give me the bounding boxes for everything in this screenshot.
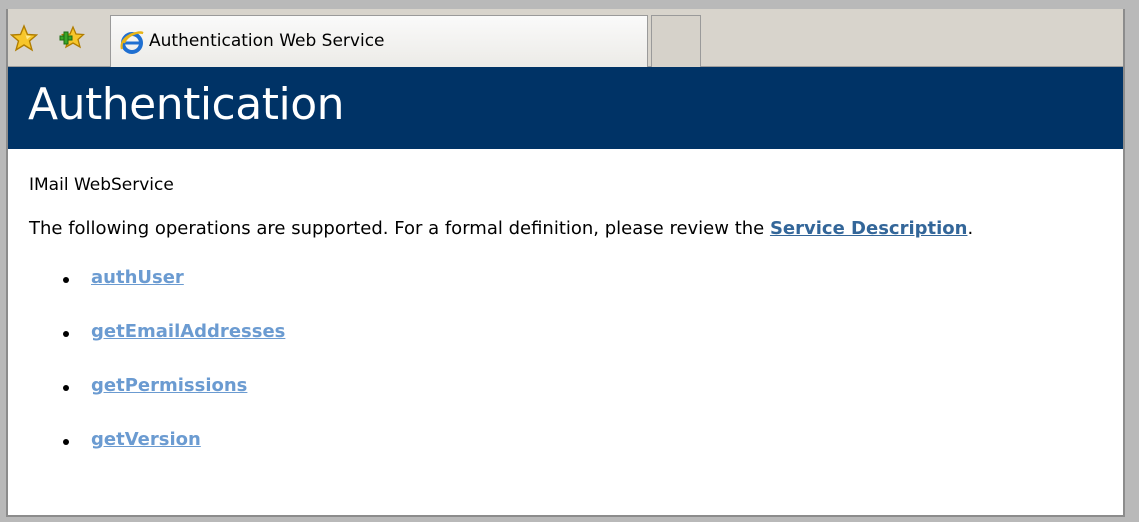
- favorites-star-icon[interactable]: [10, 24, 38, 52]
- tab-title: Authentication Web Service: [149, 31, 385, 51]
- operation-link-getemailaddresses[interactable]: getEmailAddresses: [91, 321, 285, 342]
- internet-explorer-icon: [119, 29, 145, 55]
- operations-list: authUser getEmailAddresses getPermission…: [29, 267, 1123, 483]
- page-title: Authentication: [28, 79, 345, 130]
- bullet-icon: [63, 331, 69, 337]
- intro-text: The following operations are supported. …: [29, 218, 1123, 239]
- intro-text-end: .: [967, 218, 974, 239]
- list-item: authUser: [29, 267, 1123, 321]
- list-item: getEmailAddresses: [29, 321, 1123, 375]
- operation-link-authuser[interactable]: authUser: [91, 267, 184, 288]
- service-name: IMail WebService: [29, 175, 174, 195]
- list-item: getPermissions: [29, 375, 1123, 429]
- page-content: IMail WebService The following operation…: [29, 175, 1123, 483]
- add-favorite-icon[interactable]: [57, 24, 85, 52]
- browser-toolbar: Authentication Web Service: [8, 9, 1123, 67]
- list-item: getVersion: [29, 429, 1123, 483]
- bullet-icon: [63, 277, 69, 283]
- operation-link-getpermissions[interactable]: getPermissions: [91, 375, 247, 396]
- page-header: Authentication: [8, 67, 1123, 149]
- new-tab-button[interactable]: [651, 15, 701, 67]
- browser-window: Authentication Web Service Authenticatio…: [6, 9, 1125, 517]
- intro-text-body: The following operations are supported. …: [29, 218, 770, 239]
- service-description-link[interactable]: Service Description: [770, 218, 968, 239]
- tab-authentication-web-service[interactable]: Authentication Web Service: [110, 15, 648, 67]
- bullet-icon: [63, 439, 69, 445]
- operation-link-getversion[interactable]: getVersion: [91, 429, 201, 450]
- bullet-icon: [63, 385, 69, 391]
